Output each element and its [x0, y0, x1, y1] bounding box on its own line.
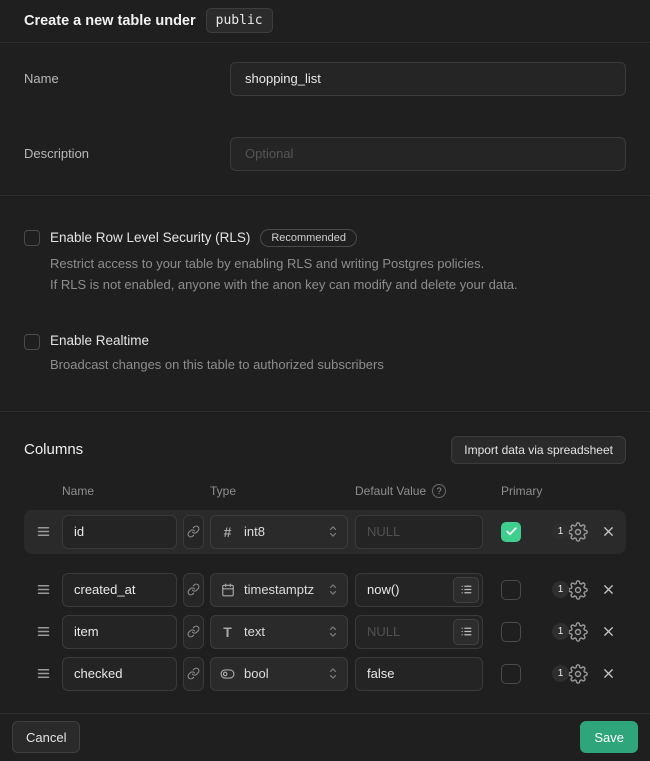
panel-header: Create a new table under public [0, 0, 650, 43]
remove-column-button[interactable] [599, 664, 618, 683]
realtime-description: Broadcast changes on this table to autho… [50, 354, 626, 375]
foreign-key-link-icon[interactable] [183, 657, 204, 691]
column-default-input[interactable] [355, 515, 483, 549]
default-suggestions-icon[interactable] [453, 577, 479, 603]
column-settings-button[interactable]: 1 [552, 663, 588, 685]
column-type-label: timestamptz [244, 582, 319, 597]
primary-key-checkbox[interactable] [501, 580, 521, 600]
panel-title: Create a new table under [24, 13, 196, 29]
recommended-badge: Recommended [260, 229, 357, 247]
name-row: Name [24, 62, 626, 96]
column-name-input[interactable] [62, 615, 177, 649]
calendar-icon [220, 583, 235, 597]
remove-column-button[interactable] [599, 522, 618, 541]
rls-option: Enable Row Level Security (RLS) Recommen… [24, 229, 626, 295]
chevron-updown-icon [328, 666, 338, 681]
foreign-key-link-icon[interactable] [183, 515, 204, 549]
column-default-input[interactable] [355, 657, 483, 691]
foreign-key-link-icon[interactable] [183, 573, 204, 607]
remove-column-button[interactable] [599, 580, 618, 599]
drag-handle-icon[interactable] [36, 524, 52, 539]
foreign-key-link-icon[interactable] [183, 615, 204, 649]
description-label: Description [24, 137, 230, 161]
column-type-label: text [244, 624, 319, 639]
primary-key-checkbox[interactable] [501, 622, 521, 642]
create-table-panel: Create a new table under public Name Des… [0, 0, 650, 761]
header-name: Name [62, 484, 177, 498]
column-row: timestamptz 1 [24, 569, 626, 611]
column-row: bool 1 [24, 653, 626, 695]
column-type-select[interactable]: T text [210, 615, 348, 649]
rls-checkbox[interactable] [24, 230, 40, 246]
column-settings-button[interactable]: 1 [552, 621, 588, 643]
drag-handle-icon[interactable] [36, 666, 52, 681]
header-primary: Primary [501, 484, 542, 498]
schema-badge: public [206, 8, 273, 33]
options-section: Enable Row Level Security (RLS) Recommen… [0, 196, 650, 412]
chevron-updown-icon [328, 582, 338, 597]
column-type-select[interactable]: # int8 [210, 515, 348, 549]
column-type-label: bool [244, 666, 319, 681]
column-rows: # int8 1 [0, 510, 650, 695]
column-name-input[interactable] [62, 515, 177, 549]
remove-column-button[interactable] [599, 622, 618, 641]
settings-count-badge: 1 [552, 523, 569, 540]
column-type-label: int8 [244, 524, 319, 539]
primary-key-checkbox[interactable] [501, 664, 521, 684]
columns-title: Columns [24, 441, 83, 458]
column-settings-button[interactable]: 1 [552, 521, 588, 543]
gear-icon [568, 664, 588, 684]
panel-footer: Cancel Save [0, 713, 650, 761]
header-default-value: Default Value [355, 484, 426, 498]
toggle-icon [220, 667, 235, 681]
columns-section: Columns Import data via spreadsheet Name… [0, 412, 650, 713]
table-description-input[interactable] [230, 137, 626, 171]
gear-icon [568, 580, 588, 600]
realtime-label: Enable Realtime [50, 333, 149, 348]
help-icon[interactable]: ? [432, 484, 446, 498]
import-spreadsheet-button[interactable]: Import data via spreadsheet [451, 436, 626, 464]
primary-key-checkbox[interactable] [501, 522, 521, 542]
column-type-select[interactable]: timestamptz [210, 573, 348, 607]
chevron-updown-icon [328, 524, 338, 539]
description-row: Description [24, 137, 626, 171]
columns-grid-header: Name Type Default Value ? Primary [24, 484, 626, 498]
table-form-section: Name Description [0, 43, 650, 196]
realtime-option: Enable Realtime Broadcast changes on thi… [24, 333, 626, 375]
table-name-input[interactable] [230, 62, 626, 96]
default-suggestions-icon[interactable] [453, 619, 479, 645]
column-row: # int8 1 [24, 510, 626, 554]
gear-icon [568, 622, 588, 642]
column-name-input[interactable] [62, 657, 177, 691]
text-icon: T [220, 624, 235, 640]
cancel-button[interactable]: Cancel [12, 721, 80, 753]
rls-description: Restrict access to your table by enablin… [50, 253, 626, 295]
column-row: T text 1 [24, 611, 626, 653]
settings-count-badge: 1 [552, 623, 569, 640]
chevron-updown-icon [328, 624, 338, 639]
column-settings-button[interactable]: 1 [552, 579, 588, 601]
header-type: Type [210, 484, 348, 498]
rls-label: Enable Row Level Security (RLS) [50, 230, 250, 245]
gear-icon [568, 522, 588, 542]
settings-count-badge: 1 [552, 581, 569, 598]
realtime-checkbox[interactable] [24, 334, 40, 350]
column-name-input[interactable] [62, 573, 177, 607]
check-icon [505, 525, 518, 538]
column-type-select[interactable]: bool [210, 657, 348, 691]
drag-handle-icon[interactable] [36, 582, 52, 597]
settings-count-badge: 1 [552, 665, 569, 682]
hash-icon: # [220, 524, 235, 540]
name-label: Name [24, 62, 230, 86]
drag-handle-icon[interactable] [36, 624, 52, 639]
save-button[interactable]: Save [580, 721, 638, 753]
